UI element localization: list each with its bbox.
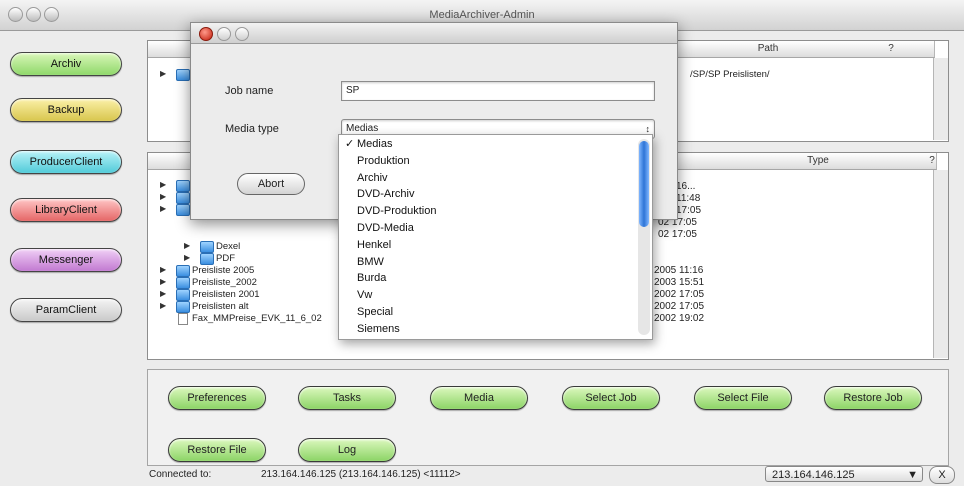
folder-icon: [176, 192, 190, 204]
select-file-button[interactable]: Select File: [694, 386, 792, 410]
select-job-button[interactable]: Select Job: [562, 386, 660, 410]
disclosure-triangle-icon[interactable]: ▶: [160, 180, 166, 189]
modified-date: 16...: [676, 181, 696, 192]
modified-date: 02 17:05: [658, 229, 697, 240]
disconnect-button[interactable]: X: [929, 466, 955, 484]
column-header-type[interactable]: Type: [708, 153, 929, 170]
abort-button[interactable]: Abort: [237, 173, 305, 195]
modified-date: 2002 19:02: [654, 313, 705, 324]
folder-icon: [176, 277, 190, 289]
disclosure-triangle-icon[interactable]: ▶: [160, 204, 166, 213]
dialog-zoom-icon: [235, 27, 249, 41]
folder-icon: [176, 265, 190, 277]
restore-file-button[interactable]: Restore File: [168, 438, 266, 462]
dialog-minimize-icon: [217, 27, 231, 41]
menu-item-produktion[interactable]: Produktion: [339, 153, 410, 170]
column-header-q2[interactable]: ?: [928, 153, 937, 170]
modified-date: 2003 15:51: [654, 277, 705, 288]
client-button-libraryclient[interactable]: LibraryClient: [10, 198, 122, 222]
file-pane-scrollbar[interactable]: [933, 170, 948, 358]
file-name[interactable]: Fax_MMPreise_EVK_11_6_02: [192, 313, 322, 325]
modified-date: 17:05: [676, 205, 702, 216]
modified-date: 2002 17:05: [654, 301, 705, 312]
menu-item-dvd-archiv[interactable]: DVD-Archiv: [339, 186, 414, 203]
client-button-backup[interactable]: Backup: [10, 98, 122, 122]
menu-item-medias[interactable]: ✓ Medias: [339, 136, 392, 153]
client-button-paramclient[interactable]: ParamClient: [10, 298, 122, 322]
disclosure-triangle-icon[interactable]: ▶: [160, 301, 166, 310]
folder-icon: [200, 253, 214, 265]
menu-item-siemens[interactable]: Siemens: [339, 321, 400, 338]
disclosure-triangle-icon[interactable]: ▶: [160, 277, 166, 286]
file-name[interactable]: Preislisten alt: [192, 301, 249, 313]
menu-item-dvd-produktion[interactable]: DVD-Produktion: [339, 203, 436, 220]
checkmark-icon: ✓: [345, 138, 355, 150]
disclosure-triangle-icon[interactable]: ▶: [160, 192, 166, 201]
modified-date: 2002 17:05: [654, 289, 705, 300]
column-header-q[interactable]: ?: [848, 41, 935, 58]
window-title: MediaArchiver-Admin: [429, 9, 535, 21]
media-type-menu: ✓ Medias Produktion Archiv DVD-Archiv DVD-Pro…: [338, 134, 653, 340]
menu-scrollbar[interactable]: [638, 139, 650, 335]
menu-item-special[interactable]: Special: [339, 304, 393, 321]
dialog-close-icon[interactable]: [199, 27, 213, 41]
job-name-label: Job name: [225, 85, 274, 97]
chevron-down-icon: ▼: [907, 469, 918, 481]
file-name[interactable]: Dexel: [216, 241, 240, 253]
modified-date: 2005 11:16: [654, 265, 704, 276]
file-name[interactable]: PDF: [216, 253, 235, 265]
disclosure-triangle-icon[interactable]: ▶: [160, 69, 166, 78]
modified-date: 11:48: [676, 193, 701, 204]
menu-item-bmw[interactable]: BMW: [339, 254, 384, 271]
client-button-archiv[interactable]: Archiv: [10, 52, 122, 76]
status-bar: Connected to: 213.164.146.125 (213.164.1…: [147, 464, 962, 486]
restore-job-button[interactable]: Restore Job: [824, 386, 922, 410]
file-name[interactable]: Preisliste 2005: [192, 265, 254, 277]
menu-item-vw[interactable]: Vw: [339, 287, 372, 304]
disclosure-triangle-icon[interactable]: ▶: [184, 253, 190, 262]
file-name[interactable]: Preisliste_2002: [192, 277, 257, 289]
folder-icon: [176, 301, 190, 313]
top-pane-scrollbar[interactable]: [933, 58, 948, 140]
folder-icon: [176, 289, 190, 301]
client-button-producerclient[interactable]: ProducerClient: [10, 150, 122, 174]
preferences-button[interactable]: Preferences: [168, 386, 266, 410]
dialog-titlebar: [191, 23, 677, 44]
action-panel: Preferences Tasks Media Select Job Select Fi…: [147, 369, 949, 466]
server-select[interactable]: 213.164.146.125 ▼: [765, 466, 923, 482]
folder-icon: [200, 241, 214, 253]
connected-value: 213.164.146.125 (213.164.146.125) <11112…: [261, 469, 461, 480]
client-button-messenger[interactable]: Messenger: [10, 248, 122, 272]
connected-label: Connected to:: [149, 469, 212, 480]
tasks-button[interactable]: Tasks: [298, 386, 396, 410]
folder-icon: [176, 204, 190, 216]
disclosure-triangle-icon[interactable]: ▶: [160, 289, 166, 298]
path-value: /SP/SP Preislisten/: [690, 69, 770, 80]
disclosure-triangle-icon[interactable]: ▶: [160, 265, 166, 274]
job-name-field[interactable]: SP: [341, 81, 655, 101]
menu-item-archiv[interactable]: Archiv: [339, 170, 388, 187]
disclosure-triangle-icon[interactable]: ▶: [184, 241, 190, 250]
menu-scroll-thumb[interactable]: [639, 141, 649, 227]
document-icon: [178, 313, 188, 325]
menu-item-dvd-media[interactable]: DVD-Media: [339, 220, 414, 237]
folder-icon: [176, 180, 190, 192]
menu-item-henkel[interactable]: Henkel: [339, 237, 391, 254]
menu-item-burda[interactable]: Burda: [339, 270, 386, 287]
media-button[interactable]: Media: [430, 386, 528, 410]
log-button[interactable]: Log: [298, 438, 396, 462]
media-type-label: Media type: [225, 123, 279, 135]
folder-icon: [176, 69, 190, 81]
column-header-path[interactable]: Path: [688, 41, 849, 58]
file-name[interactable]: Preislisten 2001: [192, 289, 260, 301]
